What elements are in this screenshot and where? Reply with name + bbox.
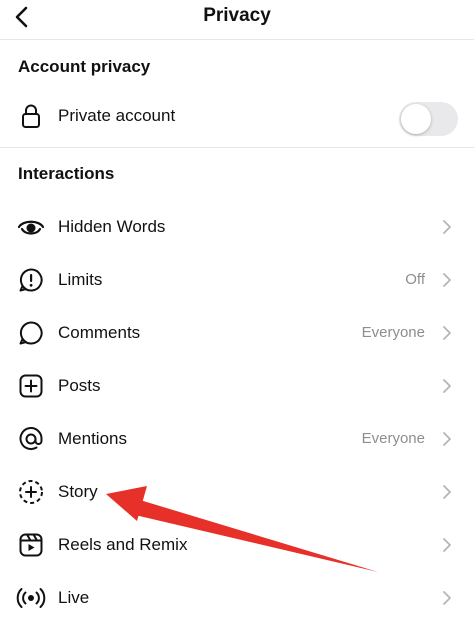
page-title: Privacy — [203, 5, 271, 26]
private-account-toggle[interactable] — [399, 102, 458, 136]
section-title-account-privacy: Account privacy — [18, 57, 151, 76]
mentions-row[interactable]: Mentions Everyone — [0, 412, 474, 465]
private-account-label: Private account — [58, 105, 176, 125]
limits-value: Off — [405, 270, 425, 288]
mentions-label: Mentions — [58, 428, 127, 448]
chevron-right-icon — [441, 378, 453, 394]
reels-icon — [15, 529, 47, 561]
limits-icon — [15, 264, 47, 296]
live-icon — [15, 582, 47, 614]
live-label: Live — [58, 587, 90, 607]
reels-and-remix-label: Reels and Remix — [58, 534, 188, 554]
comments-label: Comments — [58, 322, 141, 342]
chevron-right-icon — [441, 431, 453, 447]
chevron-right-icon — [441, 537, 453, 553]
limits-label: Limits — [58, 269, 103, 289]
live-row[interactable]: Live — [0, 571, 474, 624]
chevron-right-icon — [441, 590, 453, 606]
eye-icon — [15, 211, 47, 243]
mentions-value: Everyone — [361, 429, 425, 447]
lock-icon — [15, 100, 47, 132]
story-label: Story — [58, 481, 98, 501]
story-add-icon — [15, 476, 47, 508]
toggle-knob — [401, 104, 431, 134]
section-divider — [0, 147, 474, 148]
at-sign-icon — [15, 423, 47, 455]
chevron-right-icon — [441, 272, 453, 288]
limits-row[interactable]: Limits Off — [0, 253, 474, 306]
hidden-words-row[interactable]: Hidden Words — [0, 200, 474, 253]
hidden-words-label: Hidden Words — [58, 216, 166, 236]
comment-icon — [15, 317, 47, 349]
posts-row[interactable]: Posts — [0, 359, 474, 412]
chevron-right-icon — [441, 325, 453, 341]
section-title-interactions: Interactions — [18, 164, 115, 183]
comments-row[interactable]: Comments Everyone — [0, 306, 474, 359]
chevron-right-icon — [441, 484, 453, 500]
top-bar: Privacy — [0, 0, 474, 40]
comments-value: Everyone — [361, 323, 425, 341]
story-row[interactable]: Story — [0, 465, 474, 518]
posts-label: Posts — [58, 375, 101, 395]
chevron-right-icon — [441, 219, 453, 235]
plus-square-icon — [15, 370, 47, 402]
reels-and-remix-row[interactable]: Reels and Remix — [0, 518, 474, 571]
